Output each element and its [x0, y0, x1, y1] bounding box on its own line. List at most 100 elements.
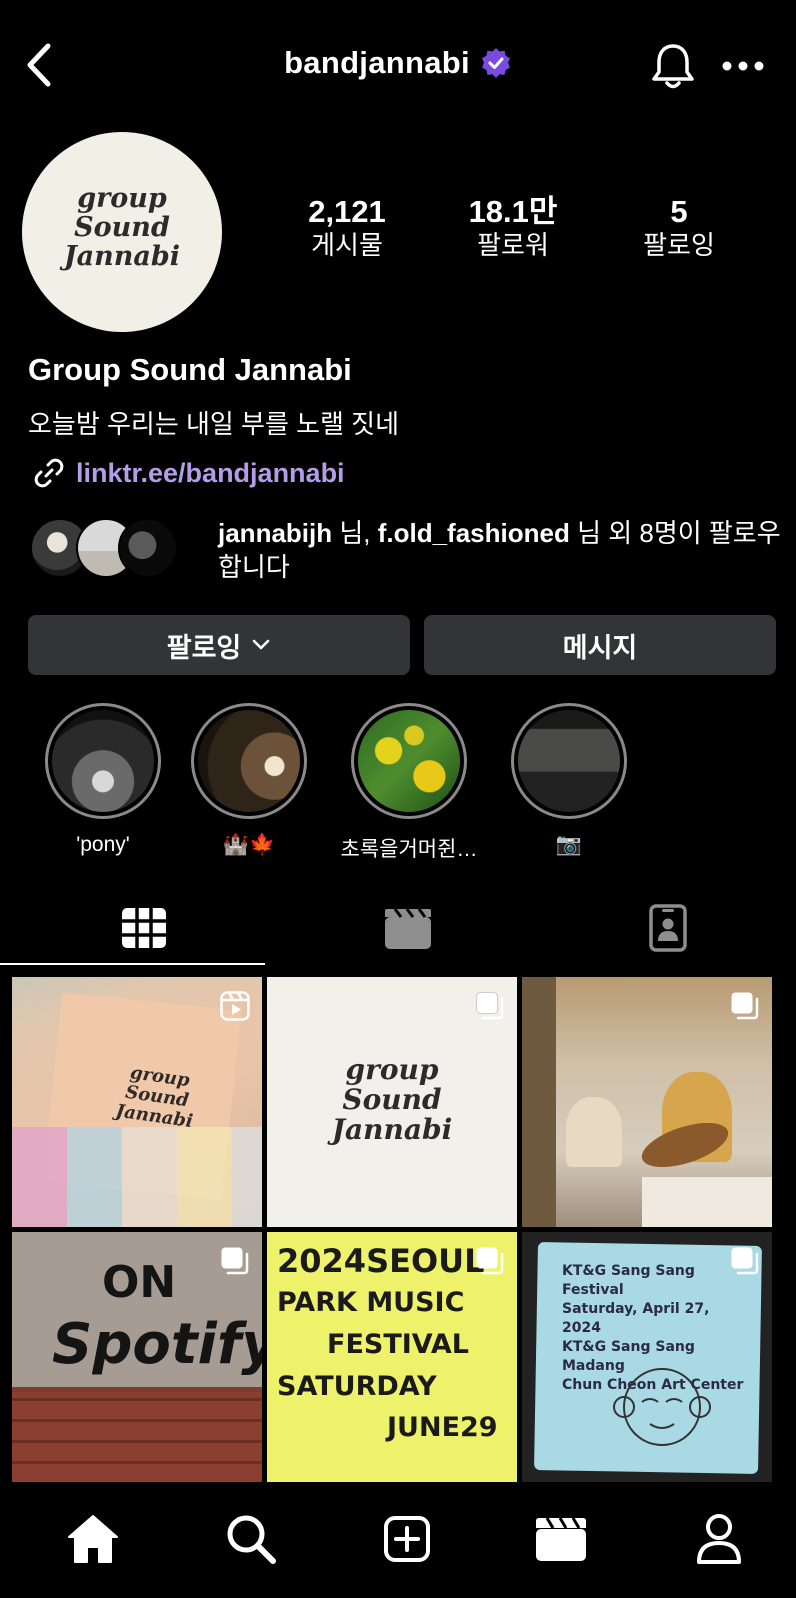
logo-line-3: Jannabi [63, 241, 181, 272]
carousel-badge-icon [476, 992, 504, 1020]
profile-link[interactable]: linktr.ee/bandjannabi [32, 456, 345, 490]
following-button-label: 팔로잉 [166, 632, 242, 663]
post-thumbnail[interactable]: group Sound Jannabi [267, 977, 517, 1227]
highlight-cover [198, 710, 300, 812]
post-thumbnail[interactable]: 2024SEOUL PARK MUSIC FESTIVAL SATURDAY J… [267, 1232, 517, 1482]
highlight-label: 초록을거머쥔… [340, 838, 478, 861]
post-thumbnail[interactable]: ON Spotify [12, 1232, 262, 1482]
logo-line-2: Sound [74, 212, 170, 243]
nav-create[interactable] [374, 1506, 440, 1572]
highlight-cover [52, 710, 154, 812]
highlight-item[interactable]: 🏰🍁 [164, 703, 334, 857]
post-poster-line: PARK MUSIC [277, 1287, 465, 1318]
post-logo-line: Jannabi [331, 1113, 453, 1146]
post-note-line: Saturday, April 27, 2024 [562, 1301, 710, 1336]
post-monkey-drawing [613, 1368, 711, 1446]
more-options-button[interactable] [720, 48, 766, 84]
carousel-badge-icon [731, 1247, 759, 1275]
nav-profile[interactable] [686, 1506, 752, 1572]
post-logo-line: Sound [342, 1083, 442, 1116]
highlight-ring [191, 703, 307, 819]
post-thumbnail[interactable]: KT&G Sang Sang Festival Saturday, April … [522, 1232, 772, 1482]
notifications-button[interactable] [648, 40, 698, 92]
tab-posts-grid[interactable] [114, 902, 174, 954]
profile-name: Group Sound Jannabi [28, 352, 352, 387]
carousel-badge-icon [731, 992, 759, 1020]
bell-icon [652, 44, 694, 89]
highlight-label: 'pony' [76, 833, 130, 856]
create-icon [384, 1516, 430, 1562]
stat-followers-value: 18.1만 [468, 194, 558, 229]
following-button[interactable]: 팔로잉 [28, 615, 410, 675]
mutual-followers-text[interactable]: jannabijh 님, f.old_fashioned 님 외 8명이 팔로우… [218, 516, 788, 584]
mutual-user-1: jannabijh [218, 518, 333, 548]
stat-following-label: 팔로잉 [643, 230, 715, 260]
post-cards [12, 1127, 262, 1227]
tab-reels[interactable] [378, 902, 438, 954]
post-logo: group Sound Jannabi [267, 1055, 517, 1145]
highlight-label: 🏰🍁 [222, 833, 276, 856]
highlight-item[interactable]: 'pony' [18, 703, 188, 857]
post-poster-line: FESTIVAL [327, 1329, 469, 1360]
search-icon [227, 1515, 276, 1564]
grid-icon [122, 908, 166, 948]
stat-followers[interactable]: 18.1만 팔로워 [428, 195, 598, 261]
profile-username: bandjannabi [284, 45, 512, 81]
highlight-label: 📷 [555, 833, 583, 856]
profile-avatar[interactable]: group Sound Jannabi [22, 132, 222, 332]
reels-icon [385, 908, 431, 949]
highlight-ring [45, 703, 161, 819]
message-button[interactable]: 메시지 [424, 615, 776, 675]
post-bricks [12, 1392, 262, 1482]
avatar-logo: group Sound Jannabi [22, 184, 222, 271]
post-person [566, 1097, 622, 1167]
stat-posts-label: 게시물 [311, 230, 383, 260]
chevron-down-icon [253, 639, 270, 650]
message-button-label: 메시지 [562, 632, 638, 663]
highlight-ring [511, 703, 627, 819]
highlight-cover [518, 710, 620, 812]
stat-following[interactable]: 5 팔로잉 [594, 195, 764, 261]
highlight-ring [351, 703, 467, 819]
post-logo-line: group [345, 1053, 439, 1086]
post-poster-line: SATURDAY [277, 1371, 437, 1402]
mutual-user-2: f.old_fashioned [377, 518, 570, 548]
stat-posts[interactable]: 2,121 게시물 [262, 195, 432, 261]
post-note-line: KT&G Sang Sang Festival [562, 1263, 695, 1298]
tab-active-indicator [0, 963, 265, 965]
reels-badge-icon [220, 991, 250, 1021]
post-door [522, 977, 556, 1227]
more-horizontal-icon [722, 61, 764, 71]
top-bar: bandjannabi [0, 0, 796, 130]
stat-followers-label: 팔로워 [477, 230, 549, 260]
profile-bio: 오늘밤 우리는 내일 부를 노랠 짓네 [28, 409, 399, 439]
username-text: bandjannabi [284, 45, 470, 80]
highlight-item[interactable]: 초록을거머쥔… [324, 703, 494, 863]
mutual-sep: 님, [332, 518, 378, 548]
reels-icon [536, 1517, 586, 1561]
link-text[interactable]: linktr.ee/bandjannabi [76, 458, 345, 489]
carousel-badge-icon [221, 1247, 249, 1275]
post-thumbnail[interactable] [522, 977, 772, 1227]
stat-posts-value: 2,121 [308, 194, 386, 229]
post-poster-line: JUNE29 [387, 1412, 498, 1443]
home-icon [68, 1515, 118, 1563]
tagged-icon [649, 904, 687, 952]
mutual-followers-avatars[interactable] [30, 518, 180, 580]
highlight-cover [358, 710, 460, 812]
nav-reels[interactable] [528, 1506, 594, 1572]
nav-home[interactable] [60, 1506, 126, 1572]
stat-following-value: 5 [670, 194, 688, 229]
link-icon [34, 458, 64, 488]
nav-search[interactable] [218, 1506, 284, 1572]
post-floor [642, 1177, 772, 1227]
highlight-item[interactable]: 📷 [484, 703, 654, 857]
logo-line-1: group [77, 183, 167, 214]
verified-badge-icon [481, 48, 510, 78]
post-thumbnail[interactable]: group Sound Jannabi [12, 977, 262, 1227]
bottom-navigation [0, 1484, 796, 1598]
carousel-badge-icon [476, 1247, 504, 1275]
profile-icon [697, 1514, 741, 1564]
avatar [118, 518, 178, 578]
tab-tagged[interactable] [638, 902, 698, 954]
